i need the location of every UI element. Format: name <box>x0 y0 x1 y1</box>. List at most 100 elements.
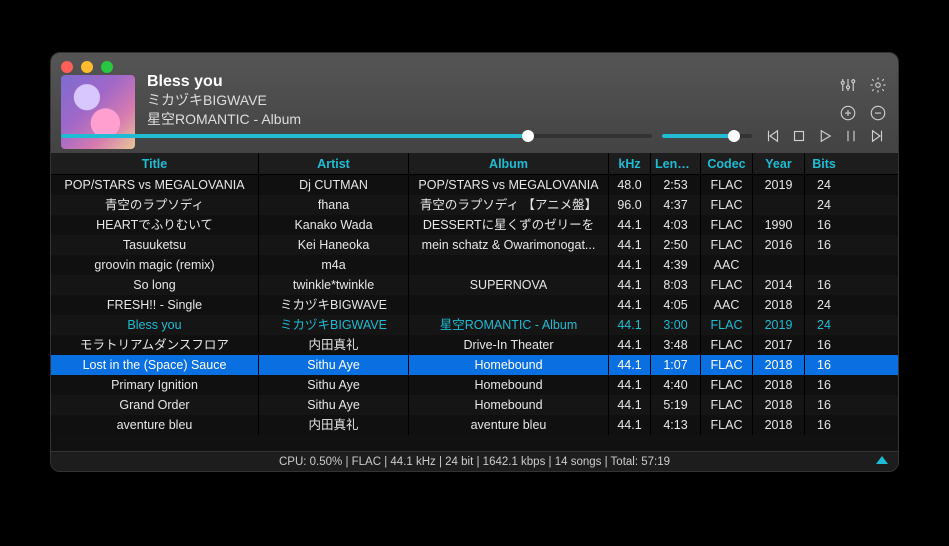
table-row[interactable]: FRESH!! - SingleミカヅキBIGWAVE44.14:05AAC20… <box>51 295 898 315</box>
cell-khz: 44.1 <box>609 355 651 375</box>
cell-khz: 44.1 <box>609 215 651 235</box>
stop-icon[interactable] <box>788 125 810 147</box>
cell-year: 2016 <box>753 235 805 255</box>
table-row[interactable]: モラトリアムダンスフロア内田真礼Drive-In Theater44.13:48… <box>51 335 898 355</box>
volume-slider[interactable] <box>662 134 752 138</box>
next-track-icon[interactable] <box>866 125 888 147</box>
transport-controls <box>762 125 888 147</box>
col-album[interactable]: Album <box>409 153 609 174</box>
cell-artist: Kanako Wada <box>259 215 409 235</box>
cell-khz: 44.1 <box>609 335 651 355</box>
cell-album: mein schatz & Owarimonogat... <box>409 235 609 255</box>
cell-length: 3:48 <box>651 335 701 355</box>
cell-year: 1990 <box>753 215 805 235</box>
table-row[interactable]: groovin magic (remix)m4a 44.14:39AAC <box>51 255 898 275</box>
volume-knob[interactable] <box>728 130 740 142</box>
cell-album: 星空ROMANTIC - Album <box>409 315 609 335</box>
playlist-table: Title Artist Album kHz Length Codec Year… <box>51 153 898 451</box>
cell-khz: 44.1 <box>609 255 651 275</box>
cell-album: DESSERTに星くずのゼリーを <box>409 215 609 235</box>
cell-codec: FLAC <box>701 415 753 435</box>
col-khz[interactable]: kHz <box>609 153 651 174</box>
cell-codec: FLAC <box>701 335 753 355</box>
cell-codec: FLAC <box>701 195 753 215</box>
cell-year: 2018 <box>753 375 805 395</box>
cell-title: So long <box>51 275 259 295</box>
table-row[interactable]: Grand OrderSithu AyeHomebound44.15:19FLA… <box>51 395 898 415</box>
table-row[interactable]: POP/STARS vs MEGALOVANIADj CUTMANPOP/STA… <box>51 175 898 195</box>
expand-up-icon[interactable] <box>876 456 888 464</box>
cell-bits: 24 <box>805 175 843 195</box>
cell-title: 青空のラプソディ <box>51 195 259 215</box>
play-icon[interactable] <box>814 125 836 147</box>
cell-year: 2018 <box>753 395 805 415</box>
cell-khz: 44.1 <box>609 375 651 395</box>
table-body[interactable]: POP/STARS vs MEGALOVANIADj CUTMANPOP/STA… <box>51 175 898 451</box>
cell-khz: 44.1 <box>609 295 651 315</box>
cell-artist: m4a <box>259 255 409 275</box>
table-row[interactable]: So longtwinkle*twinkleSUPERNOVA44.18:03F… <box>51 275 898 295</box>
cell-album: POP/STARS vs MEGALOVANIA <box>409 175 609 195</box>
zoom-window-button[interactable] <box>101 61 113 73</box>
cell-year: 2019 <box>753 175 805 195</box>
add-icon[interactable] <box>838 103 858 123</box>
table-row[interactable]: TasuuketsuKei Haneokamein schatz & Owari… <box>51 235 898 255</box>
col-year[interactable]: Year <box>753 153 805 174</box>
col-codec[interactable]: Codec <box>701 153 753 174</box>
cell-khz: 48.0 <box>609 175 651 195</box>
cell-album: Drive-In Theater <box>409 335 609 355</box>
equalizer-icon[interactable] <box>838 75 858 95</box>
cell-title: aventure bleu <box>51 415 259 435</box>
col-bits[interactable]: Bits <box>805 153 843 174</box>
cell-album: 青空のラプソディ 【アニメ盤】 <box>409 195 609 215</box>
table-row[interactable]: Bless youミカヅキBIGWAVE星空ROMANTIC - Album44… <box>51 315 898 335</box>
minimize-window-button[interactable] <box>81 61 93 73</box>
table-header[interactable]: Title Artist Album kHz Length Codec Year… <box>51 153 898 175</box>
table-row[interactable]: aventure bleu内田真礼aventure bleu44.14:13FL… <box>51 415 898 435</box>
cell-khz: 44.1 <box>609 235 651 255</box>
player-window: 2:22 / 3:00 Bless you ミカヅキBIGWAVE 星空ROMA… <box>50 52 899 472</box>
cell-codec: FLAC <box>701 275 753 295</box>
cell-length: 5:19 <box>651 395 701 415</box>
volume-fill <box>662 134 734 138</box>
seek-fill <box>61 134 528 138</box>
col-title[interactable]: Title <box>51 153 259 174</box>
cell-artist: 内田真礼 <box>259 415 409 435</box>
table-row[interactable]: HEARTでふりむいてKanako WadaDESSERTに星くずのゼリーを44… <box>51 215 898 235</box>
cell-bits: 16 <box>805 395 843 415</box>
seek-slider[interactable] <box>61 134 652 138</box>
window-traffic-lights <box>61 61 113 73</box>
cell-length: 3:00 <box>651 315 701 335</box>
pause-icon[interactable] <box>840 125 862 147</box>
cell-artist: Sithu Aye <box>259 355 409 375</box>
cell-year <box>753 195 805 215</box>
cell-album: SUPERNOVA <box>409 275 609 295</box>
cell-length: 4:37 <box>651 195 701 215</box>
cell-length: 4:39 <box>651 255 701 275</box>
cell-year: 2018 <box>753 415 805 435</box>
cell-artist: 内田真礼 <box>259 335 409 355</box>
cell-title: Bless you <box>51 315 259 335</box>
cell-title: groovin magic (remix) <box>51 255 259 275</box>
table-row[interactable]: Primary IgnitionSithu AyeHomebound44.14:… <box>51 375 898 395</box>
close-window-button[interactable] <box>61 61 73 73</box>
cell-title: モラトリアムダンスフロア <box>51 335 259 355</box>
cell-album: Homebound <box>409 395 609 415</box>
cell-artist: Kei Haneoka <box>259 235 409 255</box>
status-bar: CPU: 0.50% | FLAC | 44.1 kHz | 24 bit | … <box>51 451 898 471</box>
remove-icon[interactable] <box>868 103 888 123</box>
col-artist[interactable]: Artist <box>259 153 409 174</box>
gear-icon[interactable] <box>868 75 888 95</box>
cell-bits: 24 <box>805 295 843 315</box>
cell-codec: FLAC <box>701 355 753 375</box>
cell-codec: AAC <box>701 255 753 275</box>
cell-length: 1:07 <box>651 355 701 375</box>
previous-track-icon[interactable] <box>762 125 784 147</box>
table-row[interactable]: Lost in the (Space) SauceSithu AyeHomebo… <box>51 355 898 375</box>
cell-codec: FLAC <box>701 235 753 255</box>
seek-knob[interactable] <box>522 130 534 142</box>
cell-title: Lost in the (Space) Sauce <box>51 355 259 375</box>
col-length[interactable]: Length <box>651 153 701 174</box>
cell-length: 2:53 <box>651 175 701 195</box>
table-row[interactable]: 青空のラプソディfhana青空のラプソディ 【アニメ盤】96.04:37FLAC… <box>51 195 898 215</box>
